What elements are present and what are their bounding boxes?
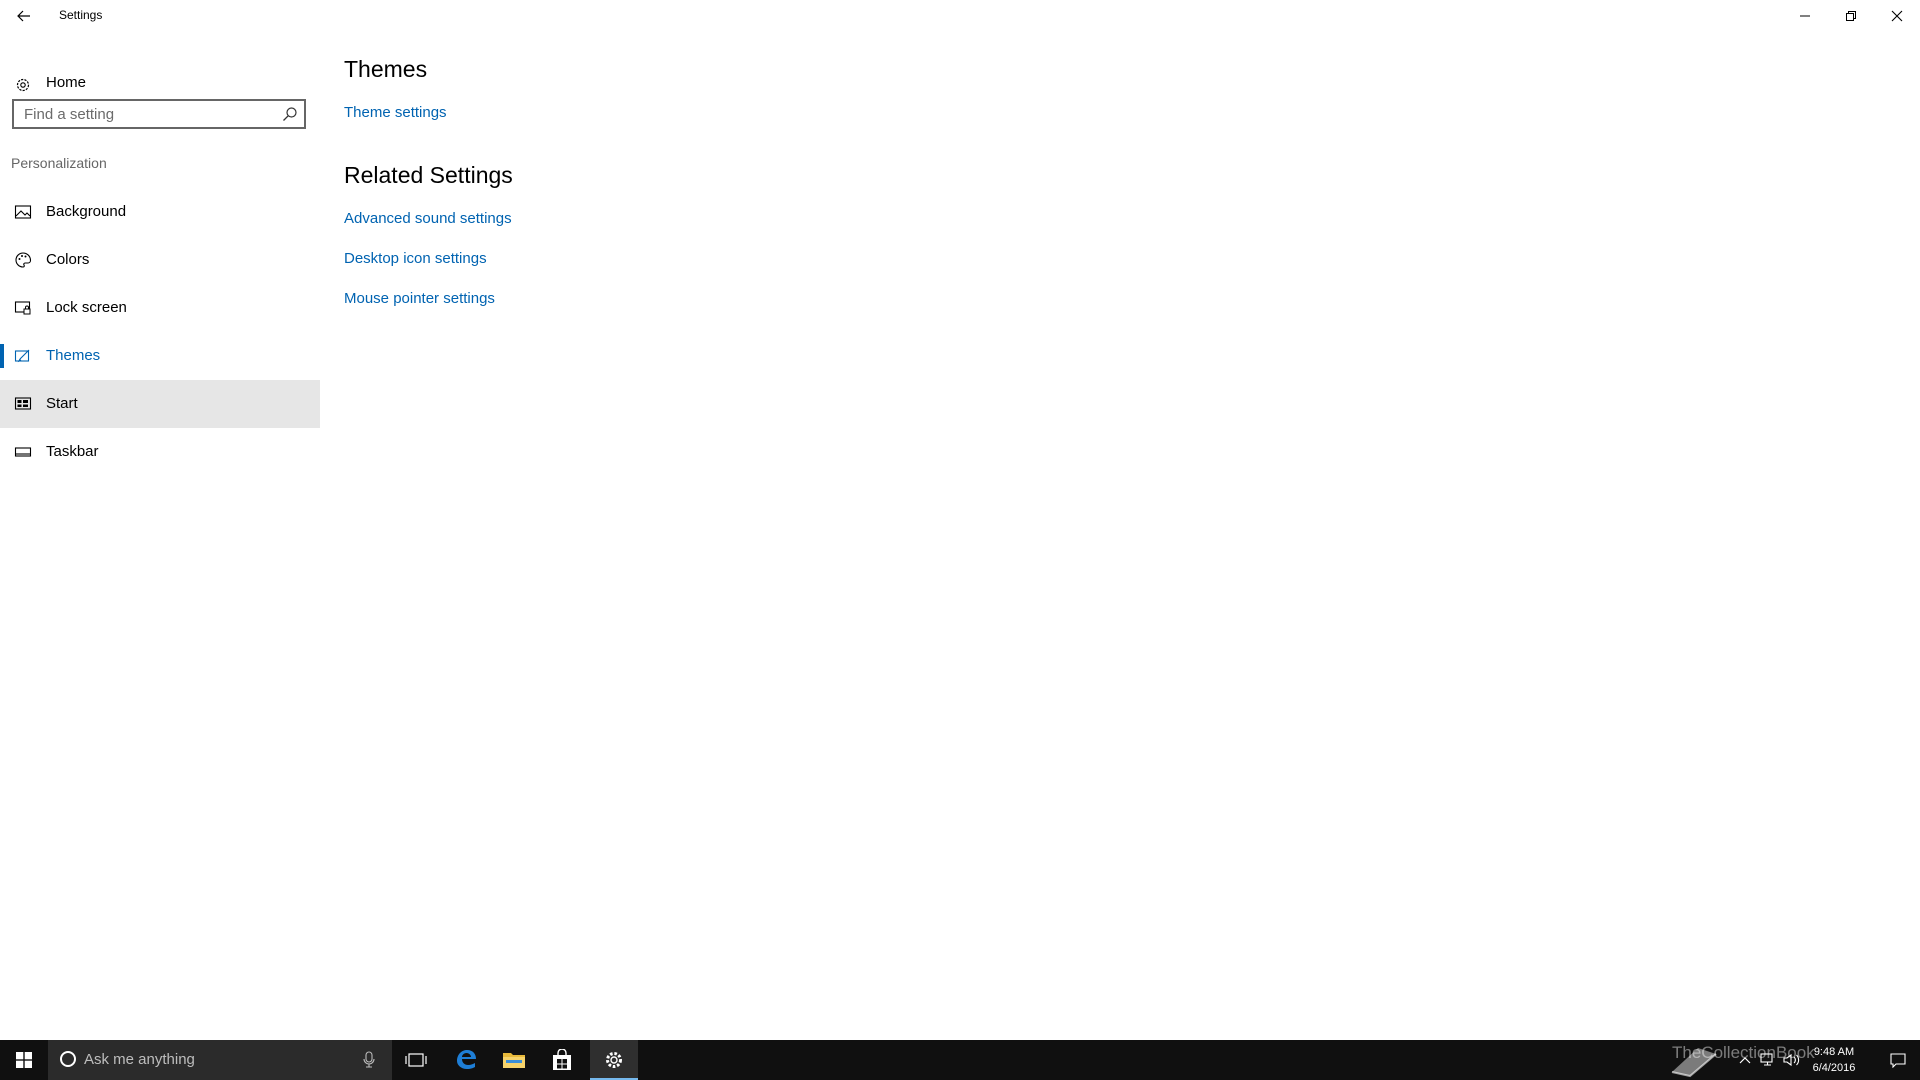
themes-icon [14,349,30,363]
notification-icon [1890,1053,1906,1068]
clock-date: 6/4/2016 [1812,1062,1856,1074]
sidebar-item-label: Start [46,395,78,412]
sidebar-item-themes[interactable]: Themes [0,332,320,380]
settings-taskbar-button[interactable] [590,1040,638,1080]
sidebar-item-start[interactable]: Start [0,380,320,428]
section-label: Personalization [11,155,107,171]
gear-icon [16,78,30,92]
microphone-icon[interactable] [362,1051,376,1069]
palette-icon [15,252,32,268]
chevron-up-icon [1739,1057,1751,1064]
taskbar: Ask me anything TheCollectionBook 9:48 A… [0,1040,1920,1080]
task-view-button[interactable] [392,1040,440,1080]
taskbar-icon [14,447,32,457]
sidebar-item-label: Lock screen [46,299,127,316]
store-button[interactable] [538,1040,586,1080]
theme-settings-link[interactable]: Theme settings [344,104,447,121]
sidebar-item-background[interactable]: Background [0,188,320,236]
cortana-search-box[interactable]: Ask me anything [48,1040,392,1080]
sidebar-item-colors[interactable]: Colors [0,236,320,284]
edge-icon [457,1050,476,1069]
network-icon [1760,1053,1773,1066]
back-button[interactable] [8,0,40,32]
picture-icon [14,205,32,219]
action-center-button[interactable] [1876,1040,1920,1080]
folder-icon [503,1053,525,1068]
related-settings-heading: Related Settings [344,162,513,188]
start-tiles-icon [14,397,32,410]
window-title: Settings [59,8,103,22]
cortana-icon [60,1051,76,1067]
network-tray-button[interactable] [1756,1040,1780,1080]
advanced-sound-settings-link[interactable]: Advanced sound settings [344,210,512,227]
close-button[interactable] [1874,0,1920,32]
desktop-icon-settings-link[interactable]: Desktop icon settings [344,250,487,267]
lock-screen-icon [14,301,31,315]
search-box[interactable] [12,99,306,129]
start-button[interactable] [0,1040,48,1080]
sidebar-item-lock-screen[interactable]: Lock screen [0,284,320,332]
search-input[interactable] [24,105,274,123]
gear-icon [606,1052,622,1068]
title-bar: Settings [0,0,1920,32]
sidebar-item-label: Themes [46,347,101,364]
themes-heading: Themes [344,56,428,82]
sidebar-item-label: Taskbar [46,443,99,460]
cortana-search-text: Ask me anything [84,1051,195,1068]
file-explorer-button[interactable] [490,1040,538,1080]
selection-indicator [0,344,4,368]
minimize-icon [1800,15,1810,17]
home-label: Home [46,74,87,91]
home-nav-item[interactable]: Home [0,68,320,100]
sidebar: Home Personalization Background Colors L… [0,32,320,1040]
back-arrow-icon [17,10,30,22]
clock-time: 9:48 AM [1813,1046,1855,1058]
minimize-button[interactable] [1782,0,1828,32]
mouse-pointer-settings-link[interactable]: Mouse pointer settings [344,290,495,307]
clock[interactable]: 9:48 AM 6/4/2016 [1790,1044,1878,1076]
show-hidden-icons-button[interactable] [1734,1040,1756,1080]
windows-logo-icon [16,1052,32,1068]
sidebar-item-label: Colors [46,251,90,268]
restore-button[interactable] [1828,0,1874,32]
edge-browser-button[interactable] [442,1040,490,1080]
search-icon[interactable] [282,106,298,122]
task-view-icon [405,1053,427,1067]
sidebar-item-taskbar[interactable]: Taskbar [0,428,320,476]
store-bag-icon [553,1049,571,1070]
sidebar-item-label: Background [46,203,127,220]
close-icon [1891,10,1903,22]
restore-icon [1846,11,1856,21]
